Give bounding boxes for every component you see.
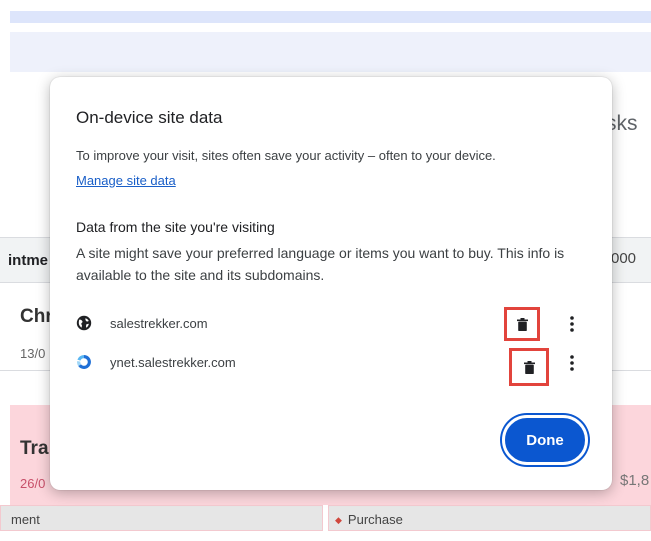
dialog-title: On-device site data (76, 108, 223, 127)
dialog-description: To improve your visit, sites often save … (76, 148, 496, 163)
more-options-button[interactable] (564, 313, 580, 335)
delete-site-data-button[interactable] (504, 307, 540, 341)
column-header-fragment: intme (8, 252, 49, 269)
globe-icon (76, 315, 92, 331)
site-name: salestrekker.com (110, 316, 208, 331)
site-favicon-icon (76, 354, 92, 370)
tag-chip[interactable]: ment (0, 505, 323, 531)
site-data-dialog: On-device site data To improve your visi… (50, 77, 612, 490)
column-value-fragment: 000 (611, 250, 637, 267)
list-item-amount: $1,8 (620, 472, 650, 489)
list-item-title[interactable]: Tra (20, 438, 49, 460)
tag-chip-purchase[interactable]: ◆ Purchase (328, 505, 651, 531)
section-description: A site might save your preferred languag… (76, 245, 565, 283)
more-vert-icon (570, 355, 574, 371)
tag-label: ment (11, 512, 40, 527)
manage-site-data-link[interactable]: Manage site data (76, 173, 176, 188)
site-row: ynet.salestrekker.com (76, 348, 596, 386)
more-vert-icon (570, 316, 574, 332)
section-title: Data from the site you're visiting (76, 219, 275, 235)
list-item-date: 13/0 (20, 346, 46, 361)
delete-icon (516, 317, 528, 331)
more-options-button[interactable] (564, 352, 580, 374)
site-row: salestrekker.com (76, 307, 596, 341)
done-button[interactable]: Done (502, 415, 588, 465)
delete-icon (523, 360, 535, 374)
list-item-title[interactable]: Chr (20, 306, 53, 328)
tag-label: Purchase (347, 512, 403, 527)
list-item-date: 26/0 (20, 476, 46, 491)
delete-site-data-button[interactable] (509, 348, 549, 386)
header-bar (10, 11, 651, 23)
toolbar-area (10, 32, 651, 72)
site-name: ynet.salestrekker.com (110, 355, 236, 370)
tag-icon: ◆ (335, 515, 342, 525)
